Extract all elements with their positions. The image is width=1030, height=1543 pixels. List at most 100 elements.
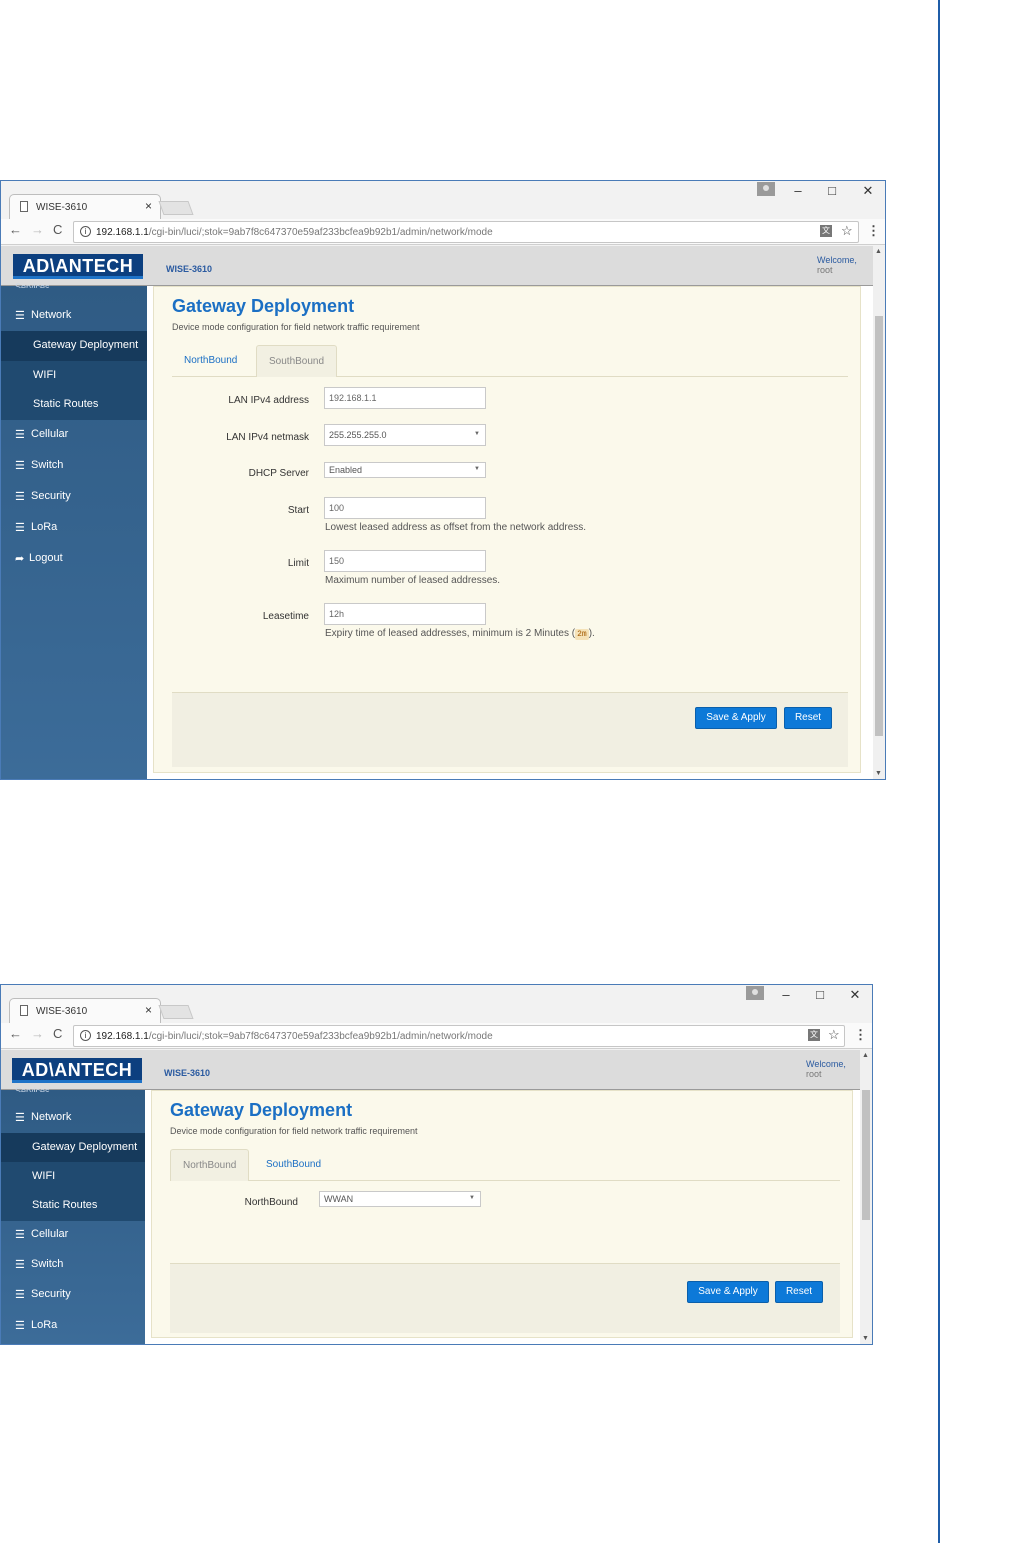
dhcp-server-select[interactable]: Enabled ▼ [324, 462, 486, 478]
close-tab-icon[interactable]: × [145, 1003, 152, 1017]
limit-input[interactable]: 150 [324, 550, 486, 572]
leasetime-hint: Expiry time of leased addresses, minimum… [325, 628, 595, 640]
limit-label: Limit [287, 558, 309, 569]
sidebar-item-switch[interactable]: ☰ Switch [1, 451, 147, 481]
sidebar-item-wifi[interactable]: WIFI [1, 361, 147, 391]
sidebar: Services ☰ Network Gateway Deployment WI… [1, 1086, 145, 1344]
translate-icon[interactable]: 文 [820, 225, 832, 237]
dhcp-server-label: DHCP Server [248, 468, 309, 479]
maximize-button[interactable]: □ [817, 183, 847, 198]
sidebar-item-network[interactable]: ☰ Network [1, 1103, 145, 1133]
sidebar-item-switch[interactable]: ☰ Switch [1, 1250, 145, 1280]
page-title: Gateway Deployment [172, 296, 355, 316]
sidebar-item-cellular[interactable]: ☰ Cellular [1, 420, 147, 450]
leasetime-minimum-code: 2m [575, 629, 589, 640]
scroll-up-icon[interactable]: ▲ [875, 248, 882, 255]
address-bar[interactable]: i 192.168.1.1/cgi-bin/luci/;stok=9ab7f8c… [73, 221, 859, 243]
leasetime-label: Leasetime [262, 611, 309, 622]
sidebar-item-cellular[interactable]: ☰ Cellular [1, 1220, 145, 1250]
tab-southbound[interactable]: SouthBound [256, 345, 338, 377]
sidebar: Services ☰ Network Gateway Deployment WI… [1, 282, 147, 779]
lan-ipv4-netmask-label: LAN IPv4 netmask [226, 432, 309, 443]
sidebar-item-static-routes[interactable]: Static Routes [1, 390, 147, 420]
scroll-down-icon[interactable]: ▼ [862, 1335, 869, 1342]
sidebar-item-gateway-deployment[interactable]: Gateway Deployment [1, 1133, 145, 1163]
scroll-thumb[interactable] [862, 1090, 870, 1220]
save-apply-button[interactable]: Save & Apply [687, 1281, 769, 1303]
limit-hint: Maximum number of leased addresses. [325, 575, 501, 586]
minimize-button[interactable]: – [771, 987, 801, 1002]
scroll-down-icon[interactable]: ▼ [875, 770, 882, 777]
tab-title: WISE-3610 [36, 1006, 88, 1017]
sidebar-item-gateway-deployment[interactable]: Gateway Deployment [1, 331, 147, 361]
chevron-down-icon: ▼ [469, 1195, 475, 1201]
reload-button[interactable]: C [53, 222, 62, 237]
device-name: WISE-3610 [166, 264, 213, 274]
action-bar: Save & Apply Reset [172, 692, 848, 767]
info-icon[interactable]: i [80, 1030, 91, 1041]
new-tab-button[interactable] [158, 1005, 194, 1019]
minimize-button[interactable]: – [783, 183, 813, 198]
bookmark-star-icon[interactable]: ☆ [828, 1027, 840, 1043]
scroll-thumb[interactable] [875, 316, 883, 736]
sidebar-item-lora[interactable]: ☰ LoRa [1, 1311, 145, 1341]
list-icon: ☰ [15, 429, 25, 441]
maximize-button[interactable]: □ [805, 987, 835, 1002]
chevron-down-icon: ▼ [474, 466, 480, 472]
reset-button[interactable]: Reset [784, 707, 832, 729]
document-icon [20, 1005, 28, 1016]
info-icon[interactable]: i [80, 226, 91, 237]
sidebar-item-security[interactable]: ☰ Security [1, 1280, 145, 1310]
close-window-button[interactable]: ✕ [853, 183, 883, 199]
northbound-select[interactable]: WWAN ▼ [319, 1191, 481, 1207]
list-icon: ☰ [15, 1112, 25, 1124]
sidebar-item-security[interactable]: ☰ Security [1, 482, 147, 512]
browser-menu-icon[interactable]: ⋮ [867, 223, 880, 239]
content-area: Gateway Deployment Device mode configura… [145, 1090, 861, 1344]
tab-southbound[interactable]: SouthBound [254, 1149, 333, 1181]
profile-icon[interactable] [757, 182, 775, 196]
reload-button[interactable]: C [53, 1026, 62, 1041]
browser-window-southbound: WISE-3610 × – □ ✕ ← → C i 192.168.1.1/cg… [0, 180, 886, 780]
forward-button[interactable]: → [31, 222, 44, 237]
browser-tab[interactable]: WISE-3610 × [9, 194, 161, 219]
browser-menu-icon[interactable]: ⋮ [854, 1027, 867, 1043]
page-scrollbar[interactable]: ▲ ▼ [860, 1050, 872, 1344]
close-window-button[interactable]: ✕ [840, 987, 870, 1003]
sidebar-item-lora[interactable]: ☰ LoRa [1, 513, 147, 543]
sidebar-item-wifi[interactable]: WIFI [1, 1162, 145, 1192]
close-tab-icon[interactable]: × [145, 199, 152, 213]
lan-ipv4-netmask-select[interactable]: 255.255.255.0 ▼ [324, 424, 486, 446]
advantech-logo: AD\ANTECH [13, 254, 143, 278]
list-icon: ☰ [15, 1229, 25, 1241]
sidebar-item-network[interactable]: ☰ Network [1, 301, 147, 331]
config-panel: Gateway Deployment Device mode configura… [151, 1090, 853, 1338]
sidebar-item-static-routes[interactable]: Static Routes [1, 1191, 145, 1221]
address-bar[interactable]: i 192.168.1.1/cgi-bin/luci/;stok=9ab7f8c… [73, 1025, 845, 1047]
profile-icon[interactable] [746, 986, 764, 1000]
leasetime-input[interactable]: 12h [324, 603, 486, 625]
tab-northbound[interactable]: NorthBound [170, 1149, 250, 1181]
scroll-up-icon[interactable]: ▲ [862, 1052, 869, 1059]
lan-ipv4-address-input[interactable]: 192.168.1.1 [324, 387, 486, 409]
save-apply-button[interactable]: Save & Apply [695, 707, 777, 729]
forward-button[interactable]: → [31, 1026, 44, 1041]
new-tab-button[interactable] [158, 201, 194, 215]
bookmark-star-icon[interactable]: ☆ [841, 223, 853, 239]
back-button[interactable]: ← [9, 222, 22, 237]
advantech-logo: AD\ANTECH [12, 1058, 142, 1082]
list-icon: ☰ [15, 1320, 25, 1332]
browser-window-northbound: WISE-3610 × – □ ✕ ← → C i 192.168.1.1/cg… [0, 984, 873, 1345]
device-name: WISE-3610 [164, 1068, 211, 1078]
start-input[interactable]: 100 [324, 497, 486, 519]
back-button[interactable]: ← [9, 1026, 22, 1041]
translate-icon[interactable]: 文 [808, 1029, 820, 1041]
tab-northbound[interactable]: NorthBound [172, 345, 249, 377]
browser-tab[interactable]: WISE-3610 × [9, 998, 161, 1023]
reset-button[interactable]: Reset [775, 1281, 823, 1303]
page-title: Gateway Deployment [170, 1100, 353, 1120]
page-description: Device mode configuration for field netw… [172, 322, 420, 332]
sidebar-item-logout[interactable]: ➦ Logout [1, 544, 147, 574]
list-icon: ☰ [15, 1289, 25, 1301]
page-scrollbar[interactable]: ▲ ▼ [873, 246, 885, 779]
